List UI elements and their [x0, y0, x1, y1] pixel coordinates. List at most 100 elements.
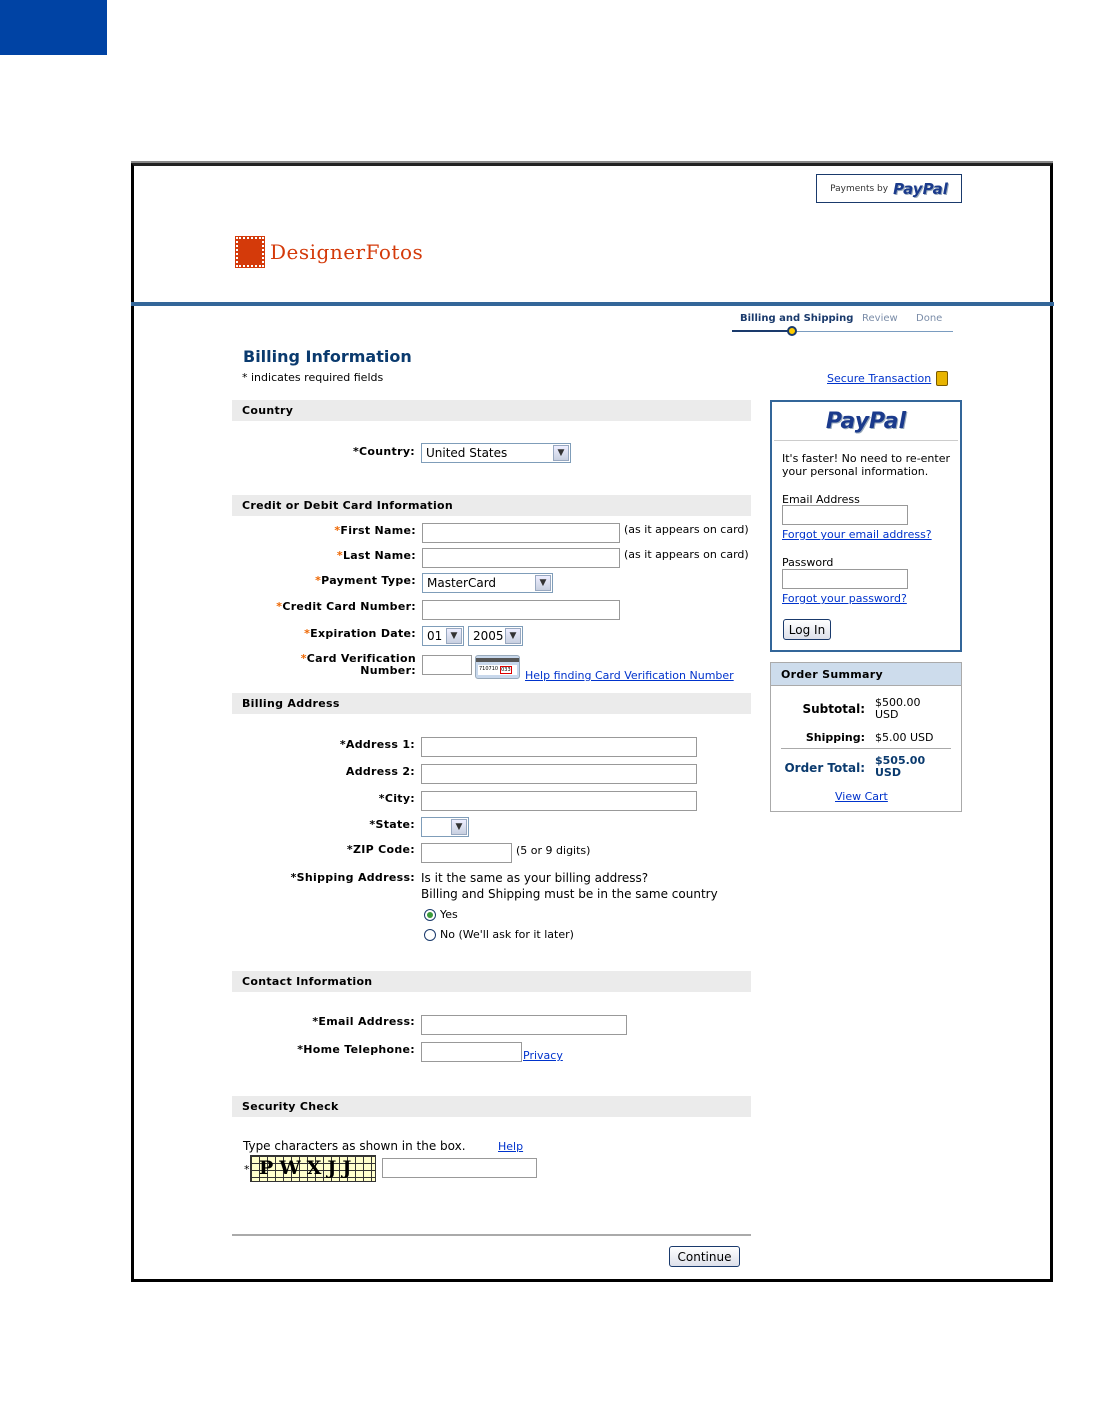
radio-no[interactable]	[424, 928, 436, 941]
progress-line-remaining	[792, 331, 953, 332]
payments-by-text: Payments by	[830, 183, 889, 194]
card-image-digits: 710710	[479, 666, 499, 672]
login-intro: It's faster! No need to re-enter your pe…	[782, 452, 951, 478]
paypal-login-panel: PayPal It's faster! No need to re-enter …	[770, 400, 962, 652]
exp-year-value: 2005	[473, 629, 504, 643]
login-password-label: Password	[782, 556, 834, 569]
email-label-text: Email Address:	[318, 1015, 415, 1028]
shipping-label-text: Shipping Address:	[296, 871, 415, 884]
country-select[interactable]: United States ▼	[421, 443, 571, 463]
view-cart-link[interactable]: View Cart	[835, 790, 888, 803]
expiration-label: *Expiration Date:	[226, 627, 416, 640]
footer-divider	[232, 1234, 751, 1236]
continue-button[interactable]: Continue	[669, 1246, 740, 1267]
secure-transaction-link[interactable]: Secure Transaction	[827, 372, 931, 385]
address1-input[interactable]	[421, 737, 697, 757]
total-label: Order Total:	[784, 761, 865, 775]
phone-label: *Home Telephone:	[226, 1043, 415, 1056]
captcha-instruction: Type characters as shown in the box.	[243, 1139, 466, 1153]
country-label-text: Country:	[359, 445, 415, 458]
last-name-input[interactable]	[422, 548, 620, 568]
shipping-cost-label: Shipping:	[805, 731, 865, 744]
exp-month-select[interactable]: 01 ▼	[422, 626, 464, 646]
captcha-input[interactable]	[382, 1158, 537, 1178]
email-input[interactable]	[421, 1015, 627, 1035]
forgot-email-link[interactable]: Forgot your email address?	[782, 528, 932, 541]
phone-input[interactable]	[421, 1042, 522, 1062]
zip-input[interactable]	[421, 843, 512, 863]
page-title: Billing Information	[243, 347, 412, 366]
exp-year-select[interactable]: 2005 ▼	[468, 626, 523, 646]
paypal-logo: PayPal	[825, 409, 907, 434]
first-name-label-text: First Name:	[340, 524, 416, 537]
radio-no-label: No (We'll ask for it later)	[440, 928, 574, 941]
subtotal-label: Subtotal:	[802, 702, 865, 716]
cvv-label-line2: Number:	[360, 664, 416, 677]
progress-marker	[787, 326, 797, 336]
address1-label: *Address 1:	[226, 738, 415, 751]
lock-icon	[936, 371, 949, 386]
shipping-yes-option[interactable]: Yes	[424, 908, 458, 921]
card-number-input[interactable]	[422, 600, 620, 620]
address2-label: Address 2:	[345, 765, 415, 778]
step-billing-shipping: Billing and Shipping	[740, 313, 854, 324]
order-summary: Order Summary Subtotal: $500.00 USD Ship…	[770, 662, 962, 812]
shipping-no-option[interactable]: No (We'll ask for it later)	[424, 928, 574, 941]
zip-label-text: ZIP Code:	[352, 843, 415, 856]
payments-by-paypal-badge: Payments by PayPal	[816, 174, 962, 203]
section-card: Credit or Debit Card Information	[232, 495, 751, 516]
last-name-label: *Last Name:	[226, 549, 416, 562]
login-email-input[interactable]	[782, 505, 908, 525]
merchant-name: DesignerFotos	[270, 240, 424, 264]
order-summary-title: Order Summary	[771, 663, 961, 686]
chevron-down-icon: ▼	[553, 445, 569, 461]
payment-type-value: MasterCard	[427, 576, 497, 590]
payment-type-label-text: Payment Type:	[321, 574, 416, 587]
first-name-input[interactable]	[422, 523, 620, 543]
chevron-down-icon: ▼	[535, 575, 551, 591]
radio-yes[interactable]	[424, 908, 436, 921]
shipping-question: Is it the same as your billing address?	[421, 871, 649, 885]
chevron-down-icon: ▼	[505, 628, 521, 644]
payment-type-label: *Payment Type:	[226, 574, 416, 587]
shipping-label: *Shipping Address:	[226, 871, 415, 884]
total-value: $505.00 USD	[875, 754, 926, 779]
last-name-label-text: Last Name:	[342, 549, 416, 562]
first-name-label: *First Name:	[226, 524, 416, 537]
step-done: Done	[916, 313, 943, 324]
chevron-down-icon: ▼	[446, 628, 462, 644]
captcha-help-link[interactable]: Help	[498, 1140, 523, 1153]
section-contact: Contact Information	[232, 971, 751, 992]
phone-label-text: Home Telephone:	[303, 1043, 415, 1056]
last-name-note: (as it appears on card)	[624, 548, 749, 561]
shipping-cost-value: $5.00 USD	[875, 731, 934, 744]
film-icon	[235, 236, 265, 268]
step-review: Review	[862, 313, 898, 324]
country-value: United States	[426, 446, 508, 460]
secure-transaction[interactable]: Secure Transaction	[827, 371, 949, 386]
cvv-input[interactable]	[422, 655, 472, 675]
required-note: * indicates required fields	[242, 371, 384, 384]
city-label-text: City:	[384, 792, 415, 805]
header-divider	[131, 302, 1054, 306]
progress-line-done	[732, 330, 792, 332]
zip-label: *ZIP Code:	[226, 843, 415, 856]
expiration-label-text: Expiration Date:	[310, 627, 416, 640]
login-button[interactable]: Log In	[783, 619, 831, 640]
card-number-label-text: Credit Card Number:	[282, 600, 416, 613]
address2-input[interactable]	[421, 764, 697, 784]
login-password-input[interactable]	[782, 569, 908, 589]
subtotal-value: $500.00 USD	[875, 696, 921, 721]
chevron-down-icon: ▼	[451, 819, 467, 835]
required-star: *	[244, 1163, 250, 1176]
state-select[interactable]: ▼	[421, 817, 469, 837]
card-image-code: 033	[500, 666, 512, 674]
corner-block	[0, 0, 107, 55]
city-input[interactable]	[421, 791, 697, 811]
city-label: *City:	[226, 792, 415, 805]
cvv-help-link[interactable]: Help finding Card Verification Number	[525, 669, 734, 682]
privacy-link[interactable]: Privacy	[523, 1049, 563, 1062]
forgot-password-link[interactable]: Forgot your password?	[782, 592, 907, 605]
state-label: *State:	[226, 818, 415, 831]
payment-type-select[interactable]: MasterCard ▼	[422, 573, 553, 593]
